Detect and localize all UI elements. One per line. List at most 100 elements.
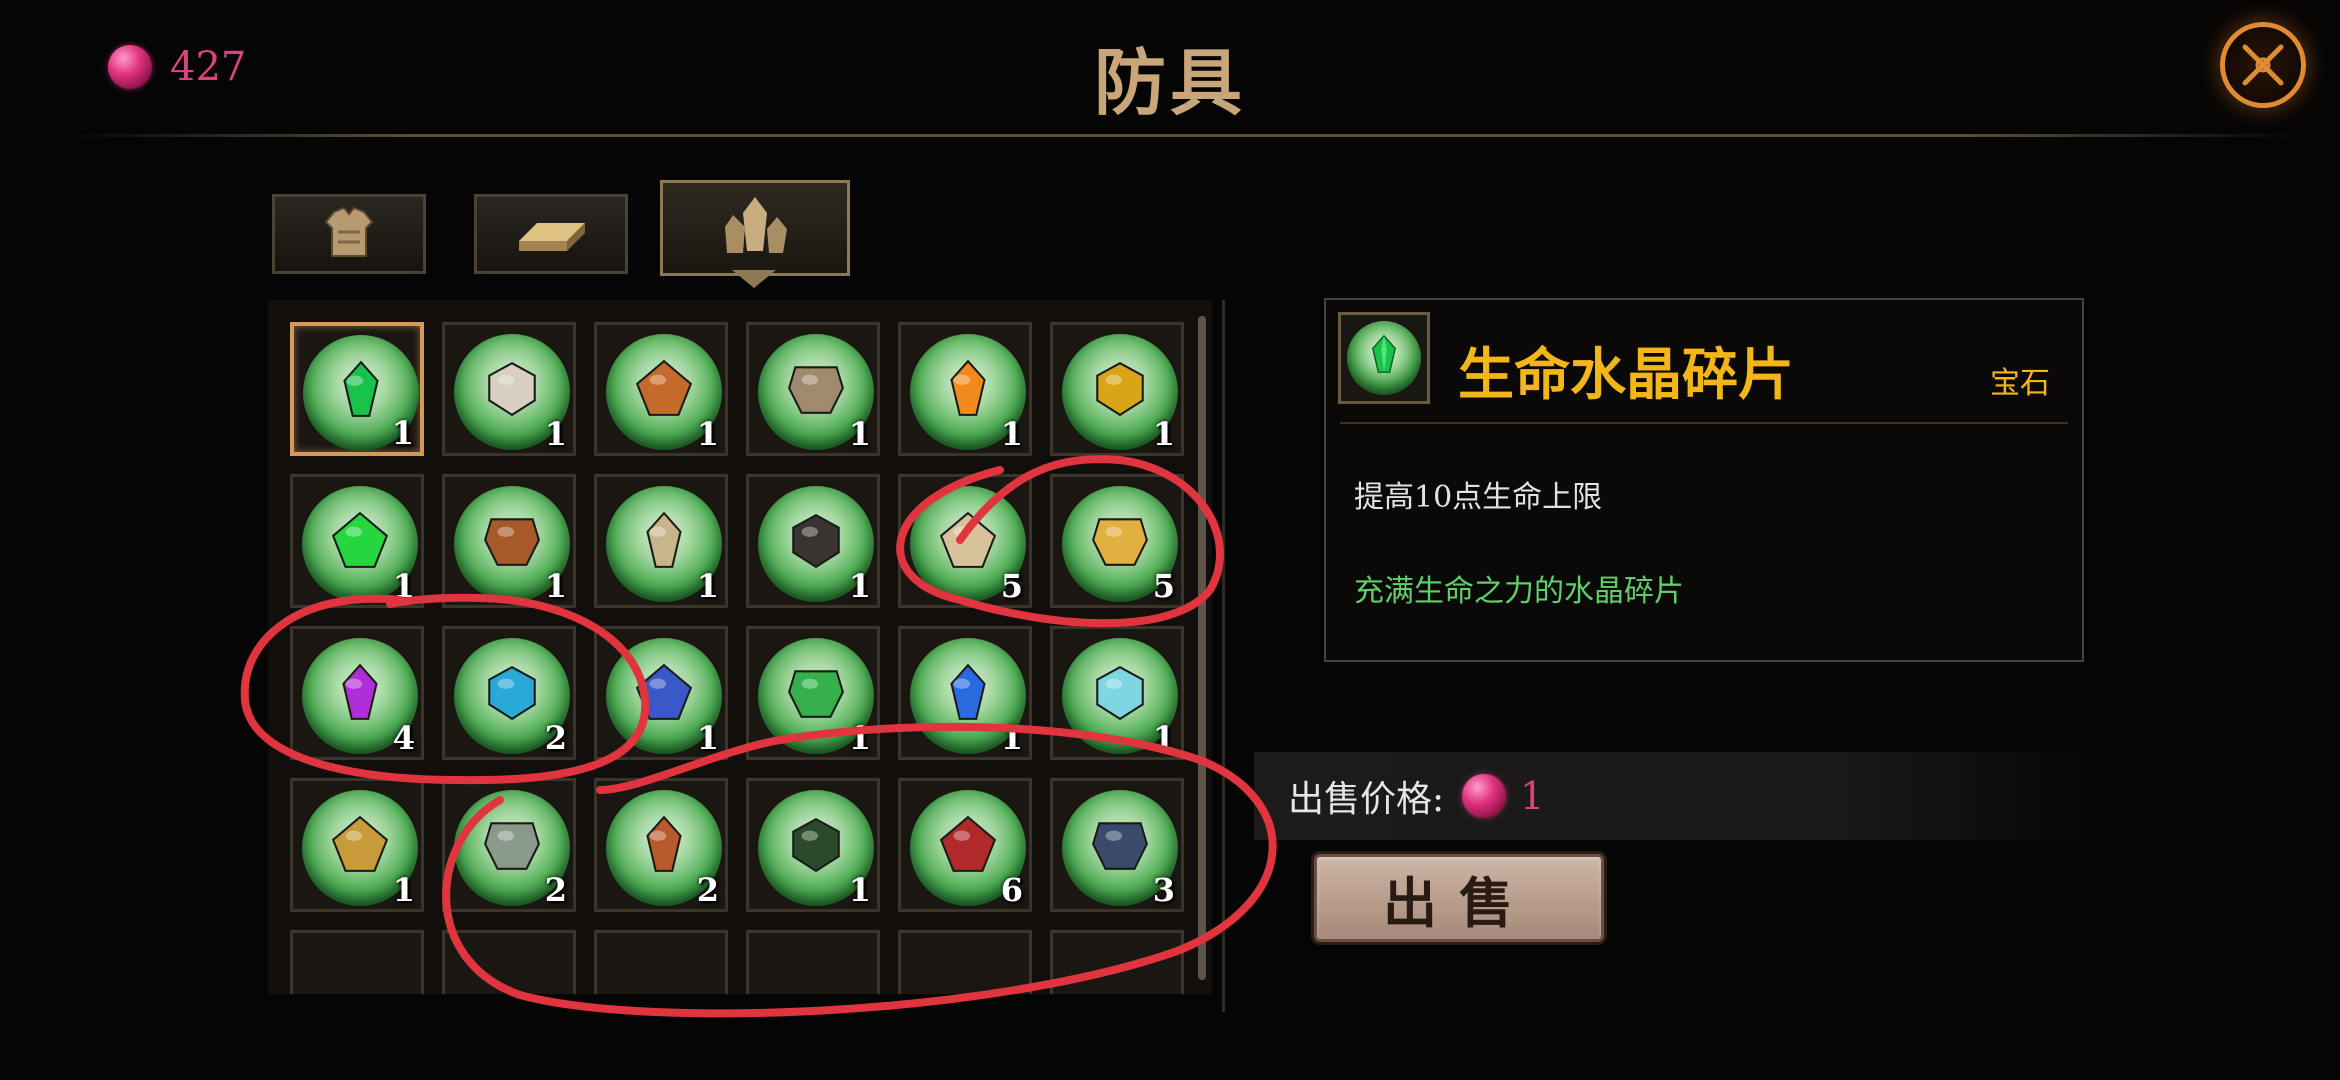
bandage-icon [488,362,536,417]
inventory-slot[interactable]: 1 [594,322,728,456]
chest-armor-icon [324,206,374,257]
inventory-slot-empty[interactable] [442,930,576,994]
gold-bar-icon [519,223,585,251]
orange-star-gem-icon [950,359,986,416]
inventory-slot[interactable]: 5 [1050,474,1184,608]
inventory-slot[interactable]: 1 [442,322,576,456]
inventory-panel: 1 1 1 1 1 1 1 1 1 1 5 5 4 2 1 1 1 1 1 2 2 1 6 3 [268,300,1212,994]
item-description: 充满生命之力的水晶碎片 [1354,574,1684,609]
inventory-slot-empty[interactable] [1050,930,1184,994]
item-count: 2 [544,871,567,909]
inventory-slot-empty[interactable] [290,930,424,994]
item-count: 5 [1000,567,1023,605]
item-count: 2 [544,719,567,757]
inventory-slot[interactable]: 1 [594,626,728,760]
inventory-slot[interactable]: 1 [290,322,424,456]
close-button[interactable] [2220,22,2306,108]
inventory-slot[interactable]: 6 [898,778,1032,912]
ruby-gem-icon [1462,774,1507,818]
inventory-slot[interactable]: 1 [898,626,1032,760]
item-count: 1 [848,719,871,757]
item-count: 6 [1000,871,1023,909]
item-count: 1 [696,567,719,605]
item-detail-panel: 生命水晶碎片 宝石 提高10点生命上限 充满生命之力的水晶碎片 [1324,298,2084,662]
inventory-slot[interactable]: 1 [442,474,576,608]
purple-rune-icon [342,663,378,720]
item-count: 1 [392,871,415,909]
inventory-slot[interactable]: 1 [746,626,880,760]
panel-divider [1222,300,1225,1012]
golden-ring-icon [1092,518,1148,566]
inventory-slot[interactable]: 1 [290,778,424,912]
sell-price-bar: 出售价格: 1 [1254,752,2100,840]
inventory-slot-empty[interactable] [594,930,728,994]
inventory-slot[interactable]: 2 [442,778,576,912]
close-icon [2242,44,2284,86]
price-value: 1 [1520,774,1545,818]
item-count: 1 [696,415,719,453]
inventory-slot[interactable]: 2 [594,778,728,912]
dark-amulet-icon [792,514,840,569]
crystal-cluster-icon [725,197,787,253]
page-title: 防具 [1093,40,1246,125]
green-crystal-shard-icon [1372,334,1396,373]
beige-pouch-icon [939,511,997,568]
inventory-scrollbar[interactable] [1198,316,1206,980]
item-type: 宝石 [1990,366,2050,401]
hood-icon [635,359,693,416]
green-flame-icon [331,511,389,568]
inventory-slot[interactable]: 1 [746,474,880,608]
item-count: 1 [391,414,414,452]
parchment-icon [646,511,682,568]
steel-helm-icon [1092,822,1148,870]
item-count: 1 [848,567,871,605]
item-count: 1 [1000,415,1023,453]
dark-frog-icon [792,818,840,873]
item-count: 1 [848,871,871,909]
inventory-slot[interactable]: 1 [746,322,880,456]
inventory-slot[interactable]: 1 [898,322,1032,456]
bronze-armor-icon [484,518,540,566]
item-count: 3 [1152,871,1175,909]
inventory-slot-empty[interactable] [746,930,880,994]
inventory-grid: 1 1 1 1 1 1 1 1 1 1 5 5 4 2 1 1 1 1 1 2 2 1 6 3 [290,322,1184,994]
tab-gems[interactable] [660,180,850,276]
item-count: 1 [544,567,567,605]
item-name: 生命水晶碎片 [1458,342,1794,408]
scrollbar-thumb[interactable] [1198,316,1206,980]
green-crystal-shard-icon [343,360,379,417]
tab-materials[interactable] [474,194,628,274]
inventory-slot[interactable]: 1 [290,474,424,608]
tab-armor[interactable] [272,194,426,274]
detail-divider [1340,422,2068,424]
inventory-slot[interactable]: 4 [290,626,424,760]
item-count: 1 [696,719,719,757]
item-count: 2 [696,871,719,909]
item-count: 1 [848,415,871,453]
item-effect: 提高10点生命上限 [1354,480,1603,515]
blue-gold-charm-icon [635,663,693,720]
item-count: 1 [1152,719,1175,757]
gold-bow-icon [331,815,389,872]
green-gem-icon [788,670,844,718]
item-count: 1 [1152,415,1175,453]
scroll-plate-icon [788,366,844,414]
sell-button[interactable]: 出售 [1314,854,1604,942]
blue-shard-icon [950,663,986,720]
item-count: 1 [544,415,567,453]
inventory-slot[interactable]: 5 [898,474,1032,608]
item-count: 5 [1152,567,1175,605]
inventory-slot-empty[interactable] [898,930,1032,994]
inventory-slot[interactable]: 1 [1050,322,1184,456]
inventory-slot[interactable]: 2 [442,626,576,760]
gold-black-helm-icon [1096,362,1144,417]
inventory-slot[interactable]: 1 [746,778,880,912]
price-label: 出售价格: [1288,779,1445,820]
inventory-slot[interactable]: 1 [1050,626,1184,760]
tribal-mask-icon [646,815,682,872]
active-tab-arrow [732,270,776,288]
inventory-slot[interactable]: 1 [594,474,728,608]
grey-bug-icon [484,822,540,870]
red-wing-icon [939,815,997,872]
inventory-slot[interactable]: 3 [1050,778,1184,912]
